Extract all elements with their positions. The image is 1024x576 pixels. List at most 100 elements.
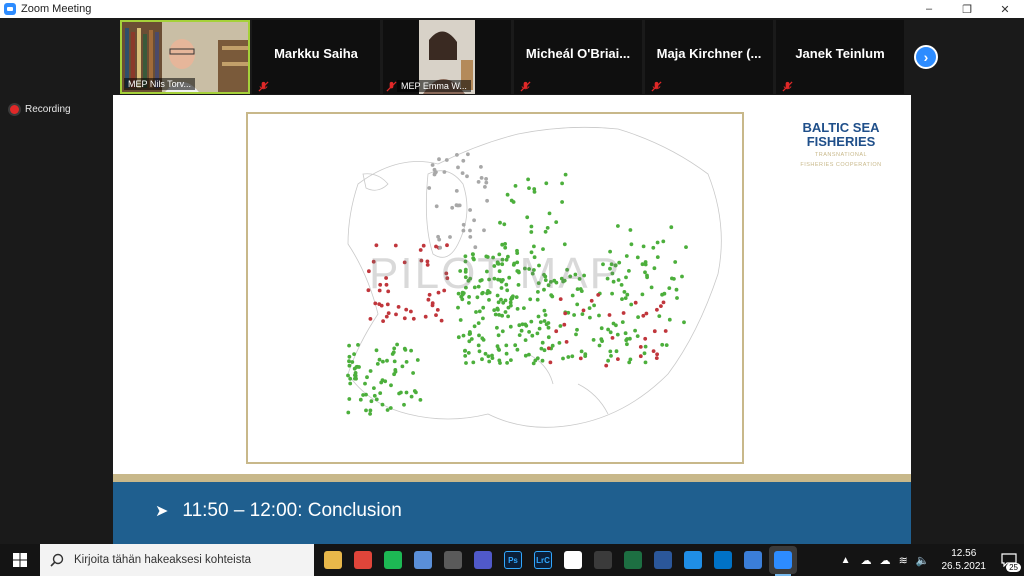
map-point [506,314,510,319]
minimize-button[interactable]: – [910,0,948,18]
map-point [347,397,352,401]
participant-tile[interactable]: Maja Kirchner (... [645,20,773,94]
lightroom-classic-icon[interactable]: LrC [529,546,557,574]
participant-tile[interactable]: Markku Saiha [252,20,380,94]
map-point [437,157,441,162]
recording-indicator[interactable]: Recording [10,104,71,115]
participant-gallery: MEP Nils Torv... Markku Saiha MEP Emma W… [0,18,1024,95]
map-point [669,225,674,230]
map-point [500,329,505,334]
store-icon[interactable] [439,546,467,574]
map-point [501,300,506,305]
map-point [540,340,545,345]
map-point [607,313,612,317]
map-point [347,354,352,359]
map-point [509,198,514,203]
agenda-text: 11:50 – 12:00: Conclusion [182,500,402,521]
map-point [609,354,613,358]
restore-button[interactable]: ❐ [948,0,986,18]
sonos-icon[interactable] [559,546,587,574]
search-icon [50,553,64,567]
participant-name: Maja Kirchner (... [656,46,762,61]
map-point [402,402,406,407]
map-point [643,344,648,349]
map-point [655,307,659,312]
edge-icon[interactable] [679,546,707,574]
record-icon [10,105,19,114]
map-point [477,349,482,354]
map-point [385,302,390,307]
map-point [476,343,481,348]
map-point [439,318,444,323]
map-point [543,229,548,234]
spotify-icon[interactable] [379,546,407,574]
map-point [554,329,559,334]
map-point [458,318,463,322]
chevron-up-icon[interactable]: ▲ [841,555,851,566]
map-point [592,303,596,308]
pilot-map: PILOT MAP [246,112,744,464]
file-explorer-icon[interactable] [319,546,347,574]
map-point [391,350,396,355]
taskbar-search[interactable]: Kirjoita tähän hakeaksesi kohteista [40,544,314,576]
participant-tile[interactable]: Janek Teinlum [776,20,904,94]
windows-start-icon[interactable] [0,544,40,576]
map-point [641,313,646,318]
map-point [663,329,668,333]
map-point [379,303,384,308]
map-point [628,357,633,362]
map-point [614,323,618,328]
word-icon[interactable] [649,546,677,574]
map-point [614,349,619,354]
notification-center[interactable]: 25 [994,544,1024,576]
close-button[interactable]: ✕ [986,0,1024,18]
map-point [414,390,418,395]
app-s-icon[interactable] [409,546,437,574]
map-point [503,242,507,246]
muted-mic-icon [520,79,531,92]
map-point [505,192,510,197]
map-point [659,304,663,308]
onedrive-icon[interactable]: ☁ [861,554,872,567]
map-point [388,406,393,410]
map-point [456,305,460,310]
map-point [641,244,646,249]
volume-icon[interactable]: 🔈 [916,554,930,567]
teams-icon[interactable] [469,546,497,574]
map-point [587,306,592,310]
chevron-right-icon[interactable]: › [914,45,938,69]
xmind-icon[interactable] [349,546,377,574]
map-point [529,224,534,229]
map-point [482,228,486,233]
obs-icon[interactable] [589,546,617,574]
map-point [633,328,637,333]
map-point [385,358,389,363]
map-point [373,301,378,306]
zoom-icon[interactable] [769,546,797,576]
outlook-icon[interactable] [709,546,737,574]
map-point [471,360,476,365]
map-point [374,348,379,353]
map-point [588,315,592,320]
map-point [468,330,472,334]
photoshop-icon[interactable]: Ps [499,546,527,574]
search-placeholder: Kirjoita tähän hakeaksesi kohteista [74,554,252,566]
participant-tile[interactable]: MEP Emma W... [383,20,511,94]
clock-date: 26.5.2021 [941,561,987,572]
map-point [356,343,360,347]
map-point [636,315,640,319]
map-point [384,314,389,319]
excel-icon[interactable] [619,546,647,574]
map-point [616,357,620,361]
participant-tile[interactable]: MEP Nils Torv... [120,20,250,94]
participant-tile[interactable]: Micheál O'Briai... [514,20,642,94]
phone-icon[interactable] [739,546,767,574]
cloud-icon[interactable]: ☁ [880,554,891,567]
map-point [542,348,547,353]
map-point [535,331,540,336]
map-point [466,351,471,355]
wifi-icon[interactable]: ≋ [899,554,908,567]
clock[interactable]: 12.56 26.5.2021 [942,547,987,573]
map-point [481,305,486,310]
map-point [522,306,526,310]
